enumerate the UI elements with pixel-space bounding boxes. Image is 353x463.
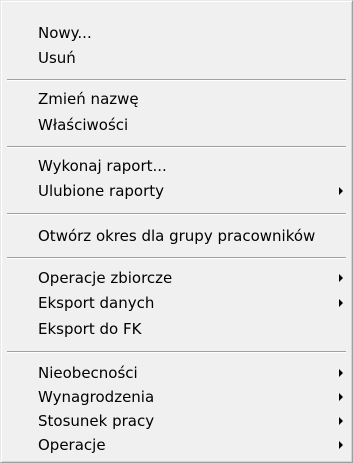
submenu-arrow-icon: [339, 417, 343, 425]
menu-separator: [7, 351, 346, 353]
submenu-arrow-icon: [339, 441, 343, 449]
submenu-arrow-icon: [339, 187, 343, 195]
menu-item-nieobecnosci[interactable]: Nieobecności: [4, 362, 349, 385]
menu-separator: [7, 79, 346, 81]
menu-item-eksport-danych[interactable]: Eksport danych: [4, 292, 349, 315]
menu-item-wlasciwosci[interactable]: Właściwości: [4, 114, 349, 137]
menu-item-wynagrodzenia[interactable]: Wynagrodzenia: [4, 386, 349, 409]
submenu-arrow-icon: [339, 274, 343, 282]
submenu-arrow-icon: [339, 393, 343, 401]
menu-item-eksport-do-fk[interactable]: Eksport do FK: [4, 318, 349, 341]
context-menu: Nowy... Usuń Zmień nazwę Właściwości Wyk…: [0, 0, 353, 463]
menu-separator: [7, 213, 346, 215]
menu-item-operacje[interactable]: Operacje: [4, 434, 349, 457]
submenu-arrow-icon: [339, 369, 343, 377]
menu-item-wykonaj-raport[interactable]: Wykonaj raport...: [4, 155, 349, 178]
submenu-arrow-icon: [339, 299, 343, 307]
menu-item-label: Eksport danych: [38, 294, 155, 312]
menu-item-label: Zmień nazwę: [38, 90, 139, 108]
menu-item-label: Eksport do FK: [38, 320, 142, 338]
menu-separator: [7, 257, 346, 259]
menu-item-label: Nieobecności: [38, 364, 138, 382]
menu-item-label: Stosunek pracy: [38, 412, 155, 430]
menu-item-usun[interactable]: Usuń: [4, 47, 349, 70]
menu-item-label: Nowy...: [38, 24, 92, 42]
menu-item-label: Ulubione raporty: [38, 182, 165, 200]
menu-item-otworz-okres[interactable]: Otwórz okres dla grupy pracowników: [4, 225, 349, 248]
menu-item-zmien-nazwe[interactable]: Zmień nazwę: [4, 88, 349, 111]
menu-item-ulubione-raporty[interactable]: Ulubione raporty: [4, 180, 349, 203]
menu-item-label: Wykonaj raport...: [38, 157, 167, 175]
menu-item-operacje-zbiorcze[interactable]: Operacje zbiorcze: [4, 267, 349, 290]
menu-item-label: Otwórz okres dla grupy pracowników: [38, 227, 316, 245]
menu-item-label: Wynagrodzenia: [38, 388, 155, 406]
menu-item-nowy[interactable]: Nowy...: [4, 22, 349, 45]
menu-item-label: Operacje zbiorcze: [38, 269, 173, 287]
menu-item-stosunek-pracy[interactable]: Stosunek pracy: [4, 410, 349, 433]
menu-item-label: Usuń: [38, 49, 76, 67]
menu-item-label: Właściwości: [38, 116, 129, 134]
menu-item-label: Operacje: [38, 436, 106, 454]
menu-separator: [7, 146, 346, 148]
